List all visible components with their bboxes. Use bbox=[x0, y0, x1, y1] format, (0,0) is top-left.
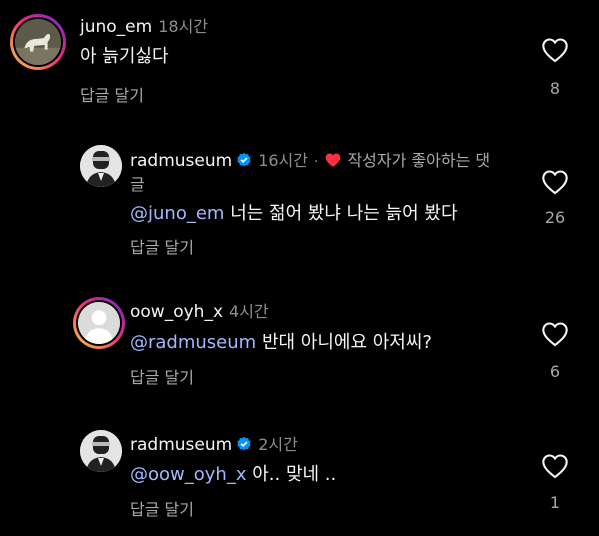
mention-link[interactable]: @radmuseum bbox=[130, 332, 256, 353]
comment-body: 너는 젊어 봤냐 나는 늙어 봤다 bbox=[230, 203, 458, 224]
reply-button[interactable]: 답글 달기 bbox=[130, 364, 194, 388]
like-count: 26 bbox=[544, 208, 566, 227]
heart-outline-icon bbox=[542, 170, 568, 195]
comment-oow-oyh-x: oow_oyh_x 4시간 @radmuseum 반대 아니에요 아저씨? 답글 … bbox=[0, 290, 599, 400]
avatar[interactable] bbox=[10, 14, 66, 70]
avatar[interactable] bbox=[73, 297, 125, 349]
timestamp: 4시간 bbox=[229, 302, 269, 321]
comment-text: 아 늙기싫다 bbox=[80, 46, 169, 67]
timestamp: 2시간 bbox=[258, 435, 298, 454]
comment-radmuseum-1: radmuseum 16시간 · 작성자가 좋아하는 댓 글 @juno_em 너는 … bbox=[0, 140, 599, 260]
timestamp: 16시간 bbox=[258, 151, 308, 170]
reply-button[interactable]: 답글 달기 bbox=[130, 234, 194, 258]
person-silhouette-icon bbox=[78, 302, 120, 344]
like-button[interactable] bbox=[541, 321, 569, 347]
mention-link[interactable]: @oow_oyh_x bbox=[130, 464, 246, 485]
avatar[interactable] bbox=[80, 430, 122, 472]
like-count: 6 bbox=[549, 362, 561, 381]
default-avatar bbox=[78, 302, 120, 344]
heart-outline-icon bbox=[542, 38, 568, 63]
username[interactable]: oow_oyh_x bbox=[130, 302, 223, 322]
reply-button[interactable]: 답글 달기 bbox=[80, 82, 144, 106]
comment-radmuseum-2: radmuseum 2시간 @oow_oyh_x 아.. 맞네 .. 답글 달기 … bbox=[0, 420, 599, 536]
timestamp: 18시간 bbox=[158, 17, 209, 36]
heart-outline-icon bbox=[542, 454, 568, 479]
username[interactable]: radmuseum bbox=[130, 435, 232, 455]
liked-by-author-label: 작성자가 좋아하는 댓 bbox=[347, 151, 491, 170]
verified-badge-icon bbox=[237, 152, 251, 167]
person-photo bbox=[80, 430, 122, 472]
verified-badge-icon bbox=[237, 436, 251, 451]
comment-text: @juno_em 너는 젊어 봤냐 나는 늙어 봤다 bbox=[130, 199, 458, 225]
like-count: 8 bbox=[549, 79, 561, 98]
like-count: 1 bbox=[549, 493, 561, 512]
username[interactable]: juno_em bbox=[80, 17, 152, 37]
liked-by-author-label-wrap: 글 bbox=[130, 175, 145, 194]
username[interactable]: radmuseum bbox=[130, 151, 232, 171]
heart-outline-icon bbox=[542, 322, 568, 347]
comment-text: @radmuseum 반대 아니에요 아저씨? bbox=[130, 328, 432, 354]
like-button[interactable] bbox=[541, 37, 569, 63]
person-photo bbox=[80, 145, 122, 187]
goat-photo bbox=[15, 19, 61, 65]
reply-button[interactable]: 답글 달기 bbox=[130, 496, 194, 520]
like-button[interactable] bbox=[541, 453, 569, 479]
comment-text: @oow_oyh_x 아.. 맞네 .. bbox=[130, 460, 336, 486]
heart-filled-icon bbox=[326, 153, 341, 167]
like-button[interactable] bbox=[541, 169, 569, 195]
comment-body: 반대 아니에요 아저씨? bbox=[261, 332, 432, 353]
comment-juno-em: juno_em 18시간 아 늙기싫다 답글 달기 8 bbox=[0, 0, 599, 110]
mention-link[interactable]: @juno_em bbox=[130, 203, 224, 224]
avatar[interactable] bbox=[80, 145, 122, 187]
comment-body: 아.. 맞네 .. bbox=[252, 464, 337, 485]
